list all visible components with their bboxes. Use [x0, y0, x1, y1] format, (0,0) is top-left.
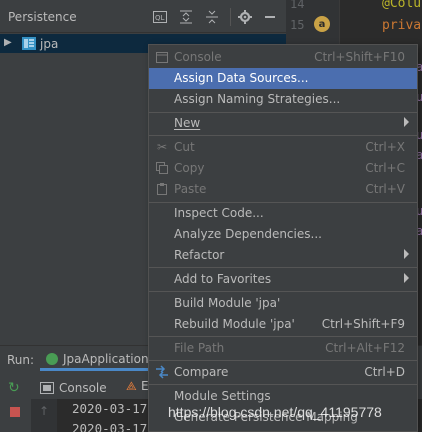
- console-side-strip: ↑: [31, 399, 57, 432]
- console-icon: [40, 382, 54, 394]
- menu-item-inspect-code[interactable]: Inspect Code...: [149, 203, 417, 224]
- menu-item-label: Paste: [174, 182, 207, 196]
- context-menu: Console Ctrl+Shift+F10 Assign Data Sourc…: [148, 44, 418, 432]
- menu-item-copy[interactable]: Copy Ctrl+C: [149, 158, 417, 179]
- stop-icon[interactable]: [10, 407, 20, 417]
- run-actions-strip: ↻: [0, 372, 31, 432]
- run-tab[interactable]: JpaApplication: [40, 349, 158, 371]
- log-line: 2020-03-17: [72, 401, 148, 416]
- menu-item-paste[interactable]: Paste Ctrl+V: [149, 179, 417, 200]
- watermark: https://blog.csdn.net/qq_41195778: [168, 404, 382, 420]
- annotation-badge-icon[interactable]: a: [314, 16, 330, 32]
- menu-separator: [149, 384, 417, 385]
- menu-item-console[interactable]: Console Ctrl+Shift+F10: [149, 47, 417, 68]
- menu-item-cut[interactable]: ✂ Cut Ctrl+X: [149, 137, 417, 158]
- menu-item-assign-naming-strategies[interactable]: Assign Naming Strategies...: [149, 89, 417, 110]
- line-number: 15: [290, 18, 305, 32]
- code-line: priva: [382, 18, 422, 33]
- expand-all-icon[interactable]: [176, 7, 196, 27]
- submenu-arrow-icon: [404, 273, 409, 283]
- menu-item-file-path[interactable]: File Path Ctrl+Alt+F12: [149, 338, 417, 359]
- run-tab-label: JpaApplication: [63, 351, 149, 366]
- menu-item-label: Add to Favorites: [174, 272, 272, 286]
- menu-item-add-to-favorites[interactable]: Add to Favorites: [149, 269, 417, 290]
- menu-item-label: Assign Data Sources...: [174, 71, 309, 85]
- menu-shortcut: Ctrl+C: [365, 161, 405, 175]
- menu-item-compare[interactable]: Compare Ctrl+D: [149, 362, 417, 383]
- submenu-arrow-icon: [404, 117, 409, 127]
- copy-icon: [155, 161, 169, 175]
- rerun-icon[interactable]: ↻: [8, 380, 20, 396]
- collapse-all-icon[interactable]: [202, 7, 222, 27]
- console-tab-label: Console: [59, 381, 107, 395]
- persistence-header: Persistence QL: [0, 0, 286, 33]
- menu-separator: [149, 360, 417, 361]
- scroll-up-icon[interactable]: ↑: [39, 404, 49, 418]
- menu-item-label: Console: [174, 50, 222, 64]
- menu-item-assign-data-sources[interactable]: Assign Data Sources...: [149, 68, 417, 89]
- menu-item-label: Module Settings: [174, 389, 271, 403]
- show-er-diagram-icon[interactable]: QL: [150, 7, 170, 27]
- menu-shortcut: Ctrl+V: [365, 182, 405, 196]
- menu-item-analyze-dependencies[interactable]: Analyze Dependencies...: [149, 224, 417, 245]
- menu-separator: [149, 267, 417, 268]
- console-icon: [155, 50, 169, 64]
- tree-item-label: jpa: [40, 37, 59, 51]
- minimize-icon[interactable]: [260, 7, 280, 27]
- compare-icon: [155, 365, 169, 379]
- menu-shortcut: Ctrl+Shift+F10: [314, 50, 405, 64]
- menu-item-label: Rebuild Module 'jpa': [174, 317, 295, 331]
- menu-separator: [149, 291, 417, 292]
- menu-shortcut: Ctrl+D: [364, 365, 405, 379]
- menu-item-label: Refactor: [174, 248, 225, 262]
- header-separator: [230, 8, 231, 26]
- expand-arrow-icon[interactable]: ▶: [4, 37, 12, 48]
- menu-item-rebuild-module[interactable]: Rebuild Module 'jpa' Ctrl+Shift+F9: [149, 314, 417, 335]
- line-number: 14: [290, 0, 305, 11]
- log-line: 2020-03-17: [72, 421, 148, 432]
- tab-console[interactable]: Console: [40, 377, 107, 399]
- menu-item-label: Assign Naming Strategies...: [174, 92, 341, 106]
- menu-shortcut: Ctrl+X: [365, 140, 405, 154]
- persistence-title: Persistence: [8, 10, 77, 24]
- menu-item-label: Copy: [174, 161, 205, 175]
- scissors-icon: ✂: [156, 140, 168, 154]
- menu-item-label: File Path: [174, 341, 225, 355]
- menu-item-build-module[interactable]: Build Module 'jpa': [149, 293, 417, 314]
- spring-boot-icon: [46, 352, 58, 365]
- menu-item-label: Analyze Dependencies...: [174, 227, 322, 241]
- gear-icon[interactable]: [235, 7, 255, 27]
- menu-item-label: Build Module 'jpa': [174, 296, 281, 310]
- menu-item-label: New: [174, 116, 201, 130]
- menu-shortcut: Ctrl+Shift+F9: [321, 317, 405, 331]
- menu-item-label: Inspect Code...: [174, 206, 264, 220]
- menu-item-label: Cut: [174, 140, 195, 154]
- menu-separator: [149, 135, 417, 136]
- endpoints-icon[interactable]: ⟁: [126, 379, 137, 394]
- run-label: Run:: [7, 353, 35, 367]
- svg-text:QL: QL: [155, 14, 165, 22]
- menu-separator: [149, 336, 417, 337]
- menu-item-refactor[interactable]: Refactor: [149, 245, 417, 266]
- submenu-arrow-icon: [404, 249, 409, 259]
- module-icon: [22, 37, 36, 50]
- menu-item-label: Compare: [174, 365, 229, 379]
- code-line: @Colu: [382, 0, 422, 11]
- menu-shortcut: Ctrl+Alt+F12: [325, 341, 405, 355]
- paste-icon: [155, 182, 169, 196]
- menu-item-new[interactable]: New: [149, 113, 417, 134]
